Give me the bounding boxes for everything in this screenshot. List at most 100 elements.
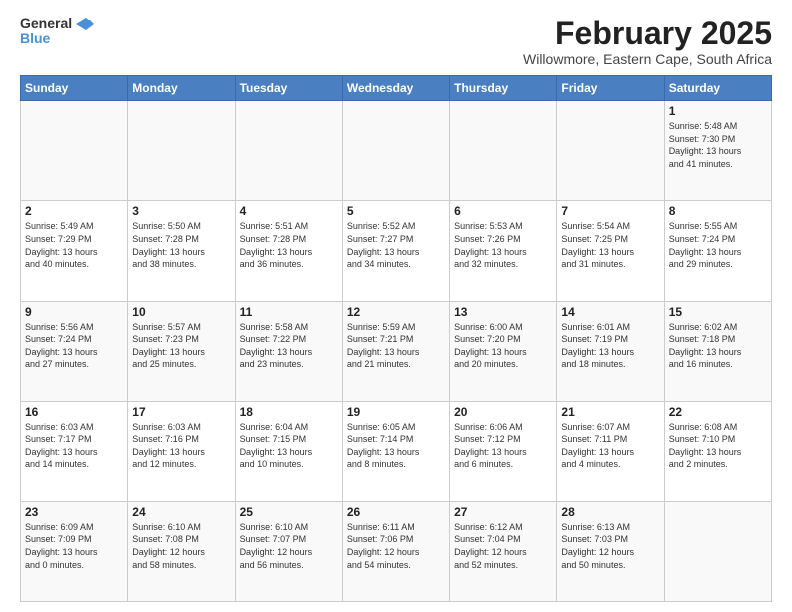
- day-number-9: 9: [25, 305, 123, 319]
- page: General Blue February 2025 Willowmore, E…: [0, 0, 792, 612]
- day-cell-23: 23 Sunrise: 6:09 AM Sunset: 7:09 PM Dayli…: [21, 501, 128, 601]
- day-number-25: 25: [240, 505, 338, 519]
- header-sunday: Sunday: [21, 76, 128, 101]
- header-monday: Monday: [128, 76, 235, 101]
- day-number-18: 18: [240, 405, 338, 419]
- day-cell-17: 17Sunrise: 6:03 AM Sunset: 7:16 PM Dayli…: [128, 401, 235, 501]
- day-cell-2: 2 Sunrise: 5:49 AM Sunset: 7:29 PM Daylig…: [21, 201, 128, 301]
- calendar-table: SundayMondayTuesdayWednesdayThursdayFrid…: [20, 75, 772, 602]
- week-row-0: 1 Sunrise: 5:48 AM Sunset: 7:30 PM Daylig…: [21, 101, 772, 201]
- day-number-3: 3: [132, 204, 230, 218]
- day-info-9: Sunrise: 5:56 AM Sunset: 7:24 PM Dayligh…: [25, 321, 123, 371]
- day-info-26: Sunrise: 6:11 AM Sunset: 7:06 PM Dayligh…: [347, 521, 445, 571]
- day-number-23: 23: [25, 505, 123, 519]
- day-cell-14: 14 Sunrise: 6:01 AM Sunset: 7:19 PM Dayli…: [557, 301, 664, 401]
- header: General Blue February 2025 Willowmore, E…: [20, 16, 772, 67]
- day-info-8: Sunrise: 5:55 AM Sunset: 7:24 PM Dayligh…: [669, 220, 767, 270]
- day-info-28: Sunrise: 6:13 AM Sunset: 7:03 PM Dayligh…: [561, 521, 659, 571]
- day-info-6: Sunrise: 5:53 AM Sunset: 7:26 PM Dayligh…: [454, 220, 552, 270]
- day-number-2: 2: [25, 204, 123, 218]
- day-cell-24: 24Sunrise: 6:10 AM Sunset: 7:08 PM Dayli…: [128, 501, 235, 601]
- day-number-16: 16: [25, 405, 123, 419]
- day-cell-19: 19 Sunrise: 6:05 AM Sunset: 7:14 PM Dayli…: [342, 401, 449, 501]
- day-info-24: Sunrise: 6:10 AM Sunset: 7:08 PM Dayligh…: [132, 521, 230, 571]
- week-row-1: 2 Sunrise: 5:49 AM Sunset: 7:29 PM Daylig…: [21, 201, 772, 301]
- day-cell-7: 7 Sunrise: 5:54 AM Sunset: 7:25 PM Daylig…: [557, 201, 664, 301]
- day-number-19: 19: [347, 405, 445, 419]
- day-info-10: Sunrise: 5:57 AM Sunset: 7:23 PM Dayligh…: [132, 321, 230, 371]
- day-cell-12: 12 Sunrise: 5:59 AM Sunset: 7:21 PM Dayli…: [342, 301, 449, 401]
- day-info-1: Sunrise: 5:48 AM Sunset: 7:30 PM Dayligh…: [669, 120, 767, 170]
- day-info-12: Sunrise: 5:59 AM Sunset: 7:21 PM Dayligh…: [347, 321, 445, 371]
- subtitle: Willowmore, Eastern Cape, South Africa: [523, 51, 772, 67]
- day-number-26: 26: [347, 505, 445, 519]
- day-info-22: Sunrise: 6:08 AM Sunset: 7:10 PM Dayligh…: [669, 421, 767, 471]
- day-info-2: Sunrise: 5:49 AM Sunset: 7:29 PM Dayligh…: [25, 220, 123, 270]
- day-number-13: 13: [454, 305, 552, 319]
- header-saturday: Saturday: [664, 76, 771, 101]
- empty-cell: [557, 101, 664, 201]
- day-info-5: Sunrise: 5:52 AM Sunset: 7:27 PM Dayligh…: [347, 220, 445, 270]
- day-cell-9: 9 Sunrise: 5:56 AM Sunset: 7:24 PM Daylig…: [21, 301, 128, 401]
- day-info-3: Sunrise: 5:50 AM Sunset: 7:28 PM Dayligh…: [132, 220, 230, 270]
- day-cell-26: 26 Sunrise: 6:11 AM Sunset: 7:06 PM Dayli…: [342, 501, 449, 601]
- empty-cell: [128, 101, 235, 201]
- day-info-18: Sunrise: 6:04 AM Sunset: 7:15 PM Dayligh…: [240, 421, 338, 471]
- header-wednesday: Wednesday: [342, 76, 449, 101]
- day-cell-20: 20Sunrise: 6:06 AM Sunset: 7:12 PM Dayli…: [450, 401, 557, 501]
- day-number-1: 1: [669, 104, 767, 118]
- day-cell-4: 4Sunrise: 5:51 AM Sunset: 7:28 PM Daylig…: [235, 201, 342, 301]
- day-info-14: Sunrise: 6:01 AM Sunset: 7:19 PM Dayligh…: [561, 321, 659, 371]
- empty-cell: [342, 101, 449, 201]
- day-info-25: Sunrise: 6:10 AM Sunset: 7:07 PM Dayligh…: [240, 521, 338, 571]
- day-number-22: 22: [669, 405, 767, 419]
- day-number-17: 17: [132, 405, 230, 419]
- empty-cell: [450, 101, 557, 201]
- day-number-21: 21: [561, 405, 659, 419]
- month-title: February 2025: [523, 16, 772, 51]
- day-number-11: 11: [240, 305, 338, 319]
- day-cell-18: 18 Sunrise: 6:04 AM Sunset: 7:15 PM Dayli…: [235, 401, 342, 501]
- day-info-7: Sunrise: 5:54 AM Sunset: 7:25 PM Dayligh…: [561, 220, 659, 270]
- calendar-header-row: SundayMondayTuesdayWednesdayThursdayFrid…: [21, 76, 772, 101]
- day-cell-25: 25 Sunrise: 6:10 AM Sunset: 7:07 PM Dayli…: [235, 501, 342, 601]
- day-cell-1: 1 Sunrise: 5:48 AM Sunset: 7:30 PM Daylig…: [664, 101, 771, 201]
- day-number-5: 5: [347, 204, 445, 218]
- header-tuesday: Tuesday: [235, 76, 342, 101]
- day-number-27: 27: [454, 505, 552, 519]
- day-cell-3: 3 Sunrise: 5:50 AM Sunset: 7:28 PM Daylig…: [128, 201, 235, 301]
- day-cell-11: 11 Sunrise: 5:58 AM Sunset: 7:22 PM Dayli…: [235, 301, 342, 401]
- day-info-19: Sunrise: 6:05 AM Sunset: 7:14 PM Dayligh…: [347, 421, 445, 471]
- day-info-20: Sunrise: 6:06 AM Sunset: 7:12 PM Dayligh…: [454, 421, 552, 471]
- day-cell-27: 27 Sunrise: 6:12 AM Sunset: 7:04 PM Dayli…: [450, 501, 557, 601]
- day-cell-6: 6 Sunrise: 5:53 AM Sunset: 7:26 PM Daylig…: [450, 201, 557, 301]
- day-number-15: 15: [669, 305, 767, 319]
- empty-cell: [21, 101, 128, 201]
- day-info-27: Sunrise: 6:12 AM Sunset: 7:04 PM Dayligh…: [454, 521, 552, 571]
- day-info-21: Sunrise: 6:07 AM Sunset: 7:11 PM Dayligh…: [561, 421, 659, 471]
- day-cell-10: 10 Sunrise: 5:57 AM Sunset: 7:23 PM Dayli…: [128, 301, 235, 401]
- day-cell-5: 5 Sunrise: 5:52 AM Sunset: 7:27 PM Daylig…: [342, 201, 449, 301]
- header-thursday: Thursday: [450, 76, 557, 101]
- week-row-2: 9 Sunrise: 5:56 AM Sunset: 7:24 PM Daylig…: [21, 301, 772, 401]
- title-area: February 2025 Willowmore, Eastern Cape, …: [523, 16, 772, 67]
- day-number-7: 7: [561, 204, 659, 218]
- day-number-14: 14: [561, 305, 659, 319]
- day-info-11: Sunrise: 5:58 AM Sunset: 7:22 PM Dayligh…: [240, 321, 338, 371]
- day-number-6: 6: [454, 204, 552, 218]
- day-info-23: Sunrise: 6:09 AM Sunset: 7:09 PM Dayligh…: [25, 521, 123, 571]
- week-row-4: 23 Sunrise: 6:09 AM Sunset: 7:09 PM Dayli…: [21, 501, 772, 601]
- day-info-15: Sunrise: 6:02 AM Sunset: 7:18 PM Dayligh…: [669, 321, 767, 371]
- day-number-10: 10: [132, 305, 230, 319]
- day-cell-15: 15 Sunrise: 6:02 AM Sunset: 7:18 PM Dayli…: [664, 301, 771, 401]
- day-cell-16: 16Sunrise: 6:03 AM Sunset: 7:17 PM Dayli…: [21, 401, 128, 501]
- day-cell-21: 21 Sunrise: 6:07 AM Sunset: 7:11 PM Dayli…: [557, 401, 664, 501]
- day-info-4: Sunrise: 5:51 AM Sunset: 7:28 PM Dayligh…: [240, 220, 338, 270]
- day-cell-8: 8 Sunrise: 5:55 AM Sunset: 7:24 PM Daylig…: [664, 201, 771, 301]
- empty-cell: [235, 101, 342, 201]
- day-info-13: Sunrise: 6:00 AM Sunset: 7:20 PM Dayligh…: [454, 321, 552, 371]
- day-number-28: 28: [561, 505, 659, 519]
- week-row-3: 16Sunrise: 6:03 AM Sunset: 7:17 PM Dayli…: [21, 401, 772, 501]
- day-number-8: 8: [669, 204, 767, 218]
- day-number-12: 12: [347, 305, 445, 319]
